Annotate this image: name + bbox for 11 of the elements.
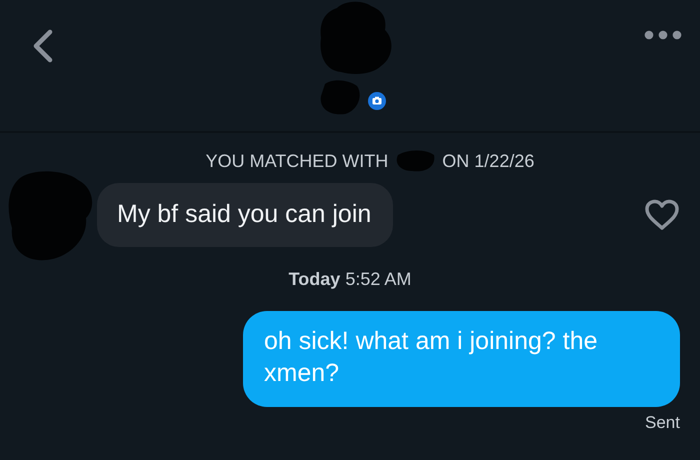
delivery-status: Sent (645, 413, 680, 433)
camera-icon[interactable] (368, 92, 386, 110)
match-notice: ON 1/22/26 (442, 150, 534, 172)
more-icon[interactable] (644, 30, 682, 40)
heart-icon[interactable] (644, 199, 680, 231)
redaction-mark (394, 149, 436, 173)
message-timestamp: Today 5:52 AM (288, 269, 412, 291)
sent-message: oh sick! what am i joining? the xmen? (243, 311, 680, 407)
back-icon[interactable] (32, 29, 54, 63)
received-message: My bf said you can join (97, 183, 394, 247)
match-notice: YOU MATCHED WITH (206, 150, 388, 172)
